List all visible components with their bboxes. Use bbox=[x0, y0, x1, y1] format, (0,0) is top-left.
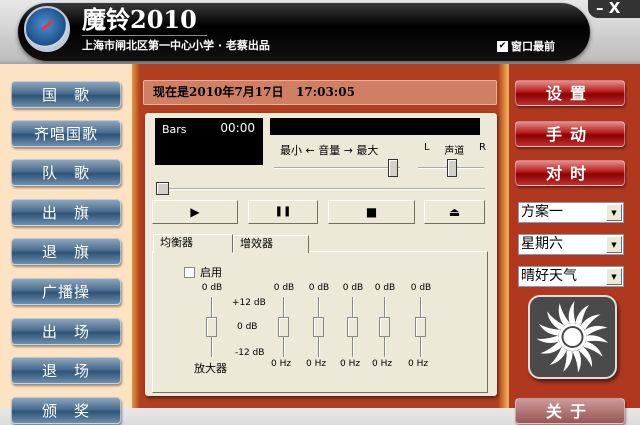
play-button[interactable]: ▶ bbox=[152, 200, 238, 224]
scale-bottom: -12 dB bbox=[235, 348, 265, 358]
weather-select[interactable]: 晴好天气 ▼ bbox=[518, 266, 624, 287]
scale-mid: 0 dB bbox=[237, 322, 258, 332]
checkbox-checked-icon: ✔ bbox=[497, 40, 508, 52]
about-button[interactable]: 关于 bbox=[515, 398, 625, 424]
eq-band-5[interactable]: 0 dB 0 Hz bbox=[406, 283, 436, 373]
preamp-slider[interactable]: 0 dB bbox=[197, 283, 227, 363]
stop-icon: ■ bbox=[365, 205, 378, 219]
team-song-button[interactable]: 队 歌 bbox=[11, 159, 121, 186]
tab-equalizer[interactable]: 均衡器 bbox=[153, 234, 233, 253]
eq-band-1[interactable]: 0 dB 0 Hz bbox=[269, 283, 299, 373]
chevron-down-icon[interactable]: ▼ bbox=[606, 204, 622, 221]
balance-left-label: L bbox=[424, 142, 430, 153]
anthem-button[interactable]: 国 歌 bbox=[11, 81, 121, 108]
chevron-down-icon[interactable]: ▼ bbox=[606, 236, 622, 253]
scale-top: +12 dB bbox=[232, 298, 266, 308]
pause-button[interactable]: ❚❚ bbox=[248, 200, 318, 224]
seek-bar-thumb[interactable] bbox=[156, 182, 169, 195]
weekday-select-value: 星期六 bbox=[521, 236, 563, 252]
eq-enable-label: 启用 bbox=[200, 266, 222, 279]
band-thumb[interactable] bbox=[379, 317, 390, 337]
eq-band-3[interactable]: 0 dB 0 Hz bbox=[338, 283, 368, 373]
seek-bar[interactable] bbox=[157, 188, 485, 190]
stop-button[interactable]: ■ bbox=[328, 200, 415, 224]
visualizer-display: Bars 00:00 bbox=[155, 118, 263, 165]
balance-label: 声道 bbox=[444, 146, 465, 157]
band-gain: 0 dB bbox=[342, 283, 364, 293]
always-on-top-label: 窗口最前 bbox=[511, 40, 555, 53]
eq-band-2[interactable]: 0 dB 0 Hz bbox=[304, 283, 334, 373]
band-gain: 0 dB bbox=[308, 283, 330, 293]
weather-select-value: 晴好天气 bbox=[521, 268, 577, 284]
anthem-chorus-button[interactable]: 齐唱国歌 bbox=[11, 120, 121, 147]
play-icon: ▶ bbox=[190, 205, 200, 219]
pause-icon: ❚❚ bbox=[274, 206, 292, 217]
preamp-thumb[interactable] bbox=[206, 317, 217, 337]
band-thumb[interactable] bbox=[347, 317, 358, 337]
band-freq: 0 Hz bbox=[408, 359, 429, 369]
volume-label: 最小 ← 音量 → 最大 bbox=[280, 144, 379, 157]
window-controls[interactable]: – X bbox=[588, 0, 640, 18]
balance-right-label: R bbox=[479, 142, 486, 153]
band-gain: 0 dB bbox=[374, 283, 396, 293]
band-freq: 0 Hz bbox=[306, 359, 327, 369]
eq-enable-checkbox[interactable]: 启用 bbox=[184, 264, 222, 280]
flag-back-button[interactable]: 退 旗 bbox=[11, 238, 121, 265]
chevron-down-icon[interactable]: ▼ bbox=[606, 268, 622, 285]
plan-select[interactable]: 方案一 ▼ bbox=[518, 202, 624, 223]
always-on-top-checkbox[interactable]: ✔ 窗口最前 bbox=[497, 38, 555, 54]
time-display: 00:00 bbox=[220, 121, 255, 135]
band-thumb[interactable] bbox=[313, 317, 324, 337]
balance-slider-thumb[interactable] bbox=[447, 159, 457, 177]
track-title-display bbox=[270, 118, 480, 135]
settings-button[interactable]: 设置 bbox=[515, 80, 625, 106]
volume-slider[interactable] bbox=[274, 167, 400, 169]
tab-effects[interactable]: 增效器 bbox=[233, 235, 309, 253]
manual-button[interactable]: 手动 bbox=[515, 121, 625, 147]
preamp-label: 放大器 bbox=[194, 362, 227, 375]
app-subtitle: 上海市闸北区第一中心小学 · 老蔡出品 bbox=[82, 39, 270, 52]
datetime-display: 现在是2010年7月17日 17:03:05 bbox=[143, 80, 497, 105]
award-button[interactable]: 颁 奖 bbox=[11, 397, 121, 424]
band-gain: 0 dB bbox=[273, 283, 295, 293]
eject-icon: ⏏ bbox=[448, 205, 461, 219]
band-freq: 0 Hz bbox=[271, 359, 292, 369]
clock-logo-icon bbox=[24, 6, 70, 52]
preamp-value: 0 dB bbox=[201, 283, 223, 293]
app-title: 魔铃2010 bbox=[82, 5, 207, 36]
plan-select-value: 方案一 bbox=[521, 204, 563, 220]
band-freq: 0 Hz bbox=[340, 359, 361, 369]
visualizer-mode: Bars bbox=[162, 123, 187, 136]
weekday-select[interactable]: 星期六 ▼ bbox=[518, 234, 624, 255]
volume-slider-thumb[interactable] bbox=[388, 159, 398, 177]
band-gain: 0 dB bbox=[410, 283, 432, 293]
flag-out-button[interactable]: 出 旗 bbox=[11, 199, 121, 226]
checkbox-unchecked-icon bbox=[184, 266, 195, 278]
sync-time-button[interactable]: 对时 bbox=[515, 160, 625, 186]
band-thumb[interactable] bbox=[278, 317, 289, 337]
exercise-button[interactable]: 广播操 bbox=[11, 278, 121, 305]
exit-button[interactable]: 退 场 bbox=[11, 357, 121, 384]
band-thumb[interactable] bbox=[415, 317, 426, 337]
enter-button[interactable]: 出 场 bbox=[11, 318, 121, 345]
eject-button[interactable]: ⏏ bbox=[424, 200, 485, 224]
sunny-weather-icon bbox=[528, 295, 617, 379]
eq-band-4[interactable]: 0 dB 0 Hz bbox=[370, 283, 400, 373]
band-freq: 0 Hz bbox=[372, 359, 393, 369]
